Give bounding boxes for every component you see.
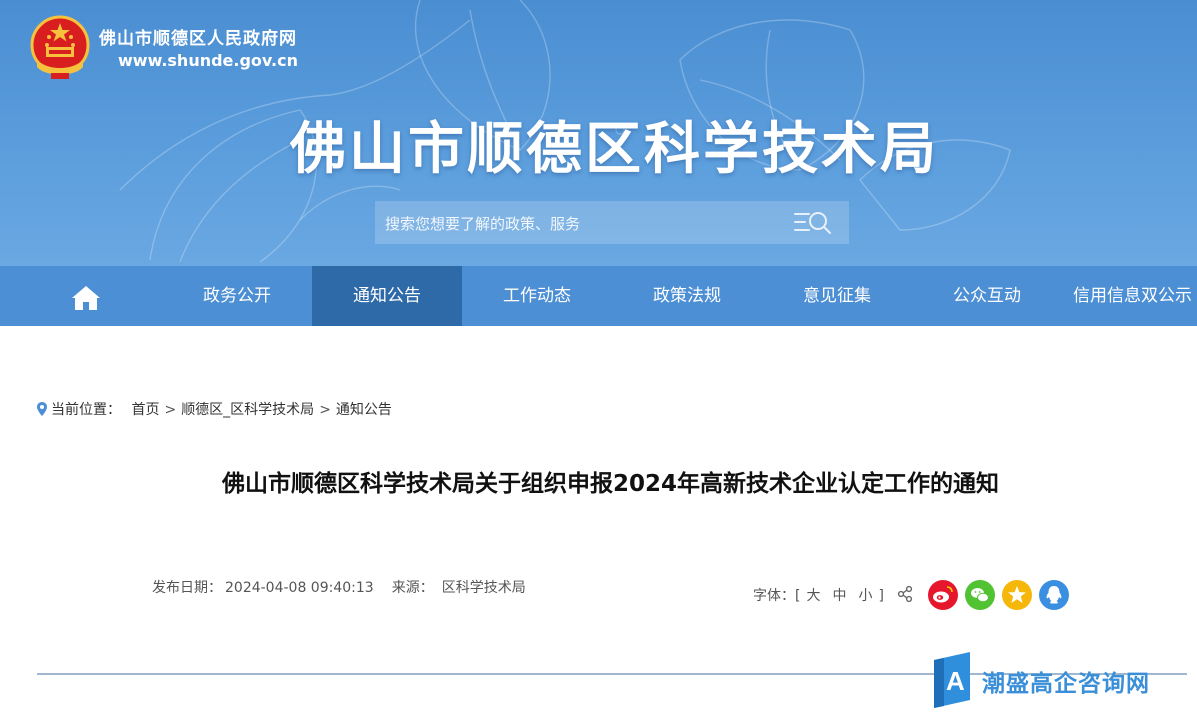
home-icon [72,286,100,310]
publish-label: 发布日期： [152,580,222,596]
site-name: 佛山市顺德区人民政府网 [99,29,297,49]
wechat-share-button[interactable] [965,580,995,610]
qzone-share-button[interactable] [1002,580,1032,610]
article-meta: 发布日期： 2024-04-08 09:40:13 来源： 区科学技术局 [152,577,529,597]
qzone-icon [1002,580,1032,610]
weibo-share-button[interactable] [928,580,958,610]
search-icon[interactable] [793,209,833,237]
breadcrumb: 当前位置： 首页 > 顺德区_区科学技术局 > 通知公告 [37,399,392,419]
nav-item-gongzuo[interactable]: 工作动态 [462,266,612,326]
nav-item-zhengce[interactable]: 政策法规 [612,266,762,326]
bureau-title: 佛山市顺德区科学技术局 [290,117,939,182]
breadcrumb-prefix: 当前位置： [51,402,121,418]
qq-share-button[interactable] [1039,580,1069,610]
weibo-icon [928,580,958,610]
article-title: 佛山市顺德区科学技术局关于组织申报2024年高新技术企业认定工作的通知 [221,471,999,497]
font-small-button[interactable]: 小 [858,588,872,604]
breadcrumb-department[interactable]: 顺德区_区科学技术局 [181,402,314,418]
font-size-label: 字体：[ [753,588,801,604]
source-value: 区科学技术局 [441,580,526,596]
watermark-logo-letter: A [946,666,965,696]
nav-home[interactable] [0,266,160,326]
breadcrumb-home[interactable]: 首页 [131,402,159,418]
font-size-switcher: 字体：[ 大中小] [753,585,884,605]
nav-item-tongzhi[interactable]: 通知公告 [312,266,462,326]
nav-item-gongzhong[interactable]: 公众互动 [912,266,1062,326]
nav-item-zhengwu[interactable]: 政务公开 [162,266,312,326]
watermark-logo-icon: A [934,652,970,708]
font-medium-button[interactable]: 中 [832,588,846,604]
font-large-button[interactable]: 大 [806,588,820,604]
wechat-icon [965,580,995,610]
watermark: A 潮盛高企咨询网 [930,650,1170,710]
watermark-text: 潮盛高企咨询网 [982,670,1150,697]
header-banner: 佛山市顺德区人民政府网 www.shunde.gov.cn 佛山市顺德区科学技术… [0,0,1197,266]
breadcrumb-separator: > [164,402,177,418]
main-nav: 政务公开 通知公告 工作动态 政策法规 意见征集 公众互动 信用信息双公示 [0,266,1197,326]
share-icon[interactable] [897,585,913,603]
site-url: www.shunde.gov.cn [118,51,298,70]
search-input[interactable]: 搜索您想要了解的政策、服务 [375,201,849,244]
national-emblem-icon [30,15,90,79]
location-pin-icon [37,402,47,416]
breadcrumb-notices[interactable]: 通知公告 [336,402,392,418]
nav-item-xinyong[interactable]: 信用信息双公示 [1062,266,1197,326]
nav-item-yijian[interactable]: 意见征集 [762,266,912,326]
source-label: 来源： [391,580,434,596]
publish-date: 2024-04-08 09:40:13 [225,580,374,596]
search-placeholder: 搜索您想要了解的政策、服务 [385,215,581,233]
breadcrumb-separator: > [319,402,331,418]
qq-icon [1039,580,1069,610]
font-size-close: ] [878,588,884,604]
